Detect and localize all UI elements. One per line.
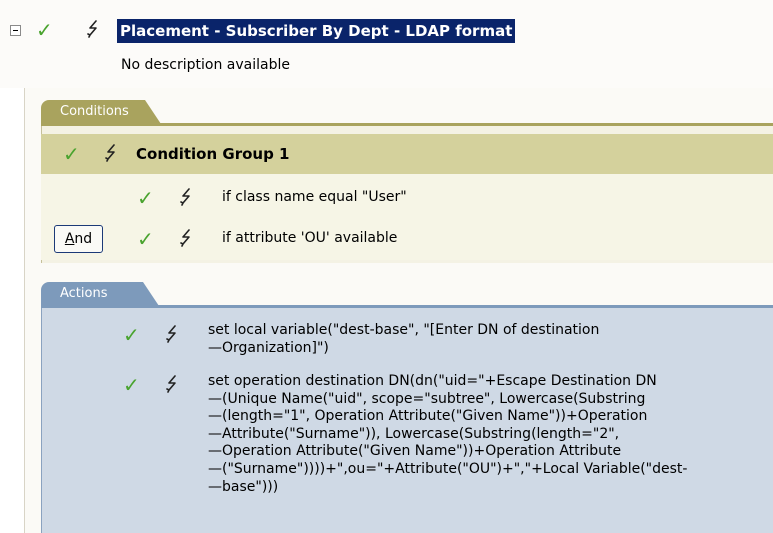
check-icon[interactable]: ✓ [63,144,80,164]
policy-description: No description available [121,57,290,73]
action-line: —Organization]") [208,339,329,356]
and-button[interactable]: And [54,225,103,253]
action-line: —(length="1", Operation Attribute("Given… [208,408,648,425]
policy-title[interactable]: Placement - Subscriber By Dept - LDAP fo… [117,19,516,43]
action-line: —("Surname"))))+",ou="+Attribute("OU")+"… [208,460,688,477]
lightning-icon [166,375,180,395]
check-icon[interactable]: ✓ [36,20,53,40]
collapse-icon[interactable] [10,25,21,36]
condition-row[interactable]: if class name equal "User" [222,189,407,205]
policy-header [0,0,773,88]
lightning-icon [166,325,180,345]
tab-actions-label: Actions [60,286,108,301]
actions-divider [41,305,773,308]
action-line: —(Unique Name("uid", scope="subtree", Lo… [208,390,646,407]
lightning-icon [180,188,194,208]
check-icon[interactable]: ✓ [137,188,154,208]
action-line: set operation destination DN(dn("uid="+E… [208,373,657,389]
lightning-icon [87,20,101,40]
action-line: —base"))) [208,478,279,495]
action-line: set local variable("dest-base", "[Enter … [208,322,600,338]
tab-conditions-label: Conditions [60,104,129,119]
check-icon[interactable]: ✓ [137,229,154,249]
condition-group-label: Condition Group 1 [136,145,290,163]
action-line: —Attribute("Surname")), Lowercase(Substr… [208,425,620,442]
action-row[interactable]: set operation destination DN(dn("uid="+E… [208,373,687,496]
lightning-icon [180,229,194,249]
and-button-rest: nd [74,231,93,247]
action-row[interactable]: set local variable("dest-base", "[Enter … [208,322,599,357]
check-icon[interactable]: ✓ [123,375,140,395]
condition-row[interactable]: if attribute 'OU' available [222,230,397,246]
check-icon[interactable]: ✓ [123,325,140,345]
lightning-icon [105,144,119,164]
conditions-divider [41,123,773,126]
action-line: —Operation Attribute("Given Name"))+Oper… [208,443,622,460]
tab-actions[interactable]: Actions [41,282,159,306]
tab-conditions[interactable]: Conditions [41,100,161,124]
